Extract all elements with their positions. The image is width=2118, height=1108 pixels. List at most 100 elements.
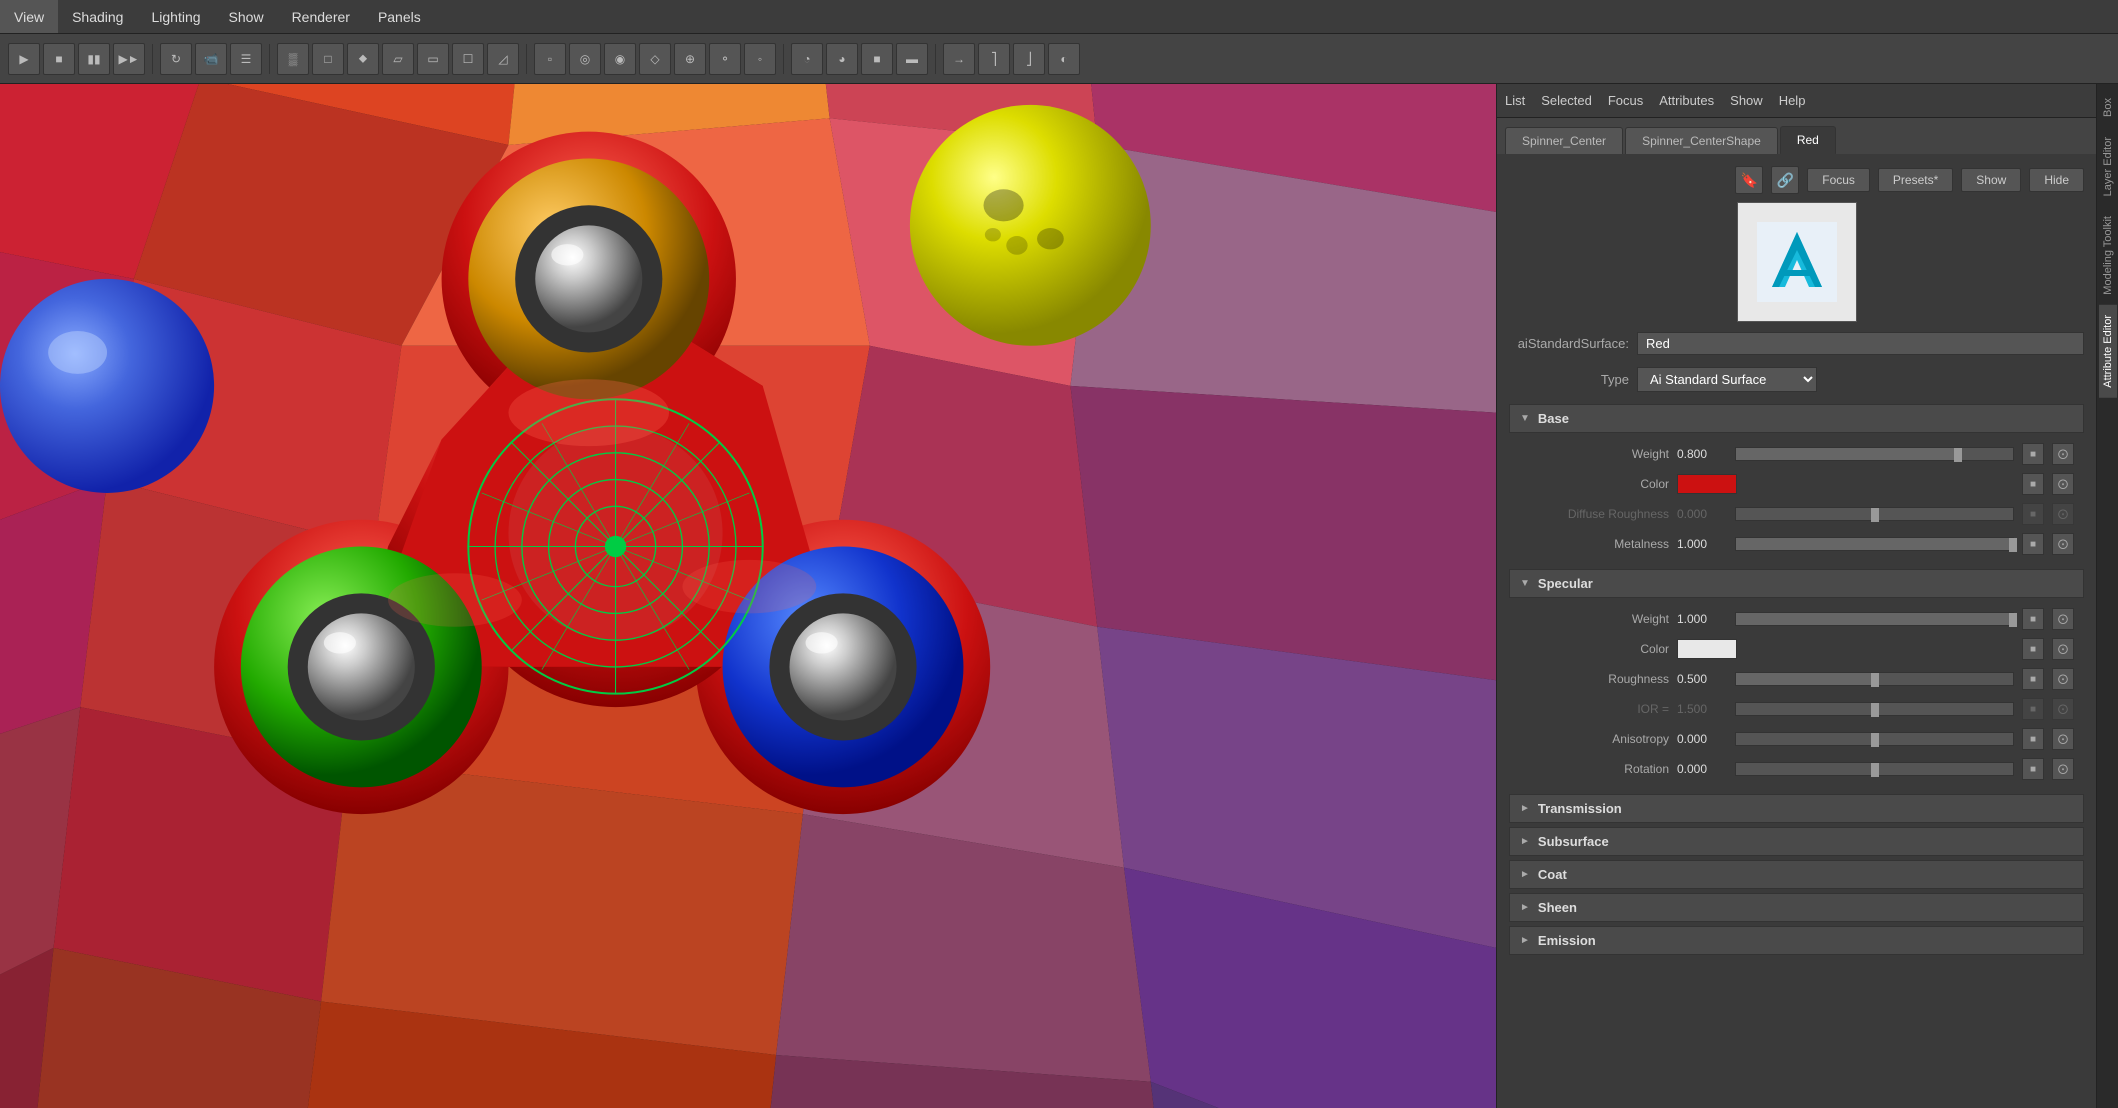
toolbar-btn-18[interactable]: ⊕	[674, 43, 706, 75]
bookmark-icon-btn[interactable]: 🔖	[1735, 166, 1763, 194]
toolbar-btn-select[interactable]: →	[943, 43, 975, 75]
toolbar-btn-10[interactable]: ⬥	[347, 43, 379, 75]
attr-spec-rotation-slider[interactable]	[1735, 762, 2014, 776]
attr-spec-ior-map-btn: ■	[2022, 698, 2044, 720]
section-base-header[interactable]: ▼ Base	[1509, 404, 2084, 433]
menu-show[interactable]: Show	[215, 0, 278, 33]
attr-spec-weight-thumb	[2009, 613, 2017, 627]
attr-spec-rotation-map-btn[interactable]: ■	[2022, 758, 2044, 780]
toolbar-btn-4[interactable]: ▶►	[113, 43, 145, 75]
viewport[interactable]	[0, 84, 1496, 1108]
attr-menu-help[interactable]: Help	[1779, 89, 1806, 112]
hide-button[interactable]: Hide	[2029, 168, 2084, 192]
attr-spec-roughness-extra-btn[interactable]: ⨀	[2052, 668, 2074, 690]
vtab-attribute-editor[interactable]: Attribute Editor	[2099, 305, 2117, 398]
section-transmission-header[interactable]: ► Transmission	[1509, 794, 2084, 823]
toolbar-btn-22[interactable]: ◕	[826, 43, 858, 75]
attr-menu-items: List Selected Focus Attributes Show Help	[1505, 89, 1805, 112]
material-icon	[1737, 202, 1857, 322]
link-icon-btn[interactable]: 🔗	[1771, 166, 1799, 194]
attr-base-metalness-extra-btn[interactable]: ⨀	[2052, 533, 2074, 555]
type-select[interactable]: Ai Standard Surface	[1637, 367, 1817, 392]
toolbar-btn-13[interactable]: ☐	[452, 43, 484, 75]
vtab-box[interactable]: Box	[2099, 88, 2117, 127]
attr-spec-anisotropy-slider[interactable]	[1735, 732, 2014, 746]
attr-spec-weight-extra-btn[interactable]: ⨀	[2052, 608, 2074, 630]
presets-button[interactable]: Presets*	[1878, 168, 1953, 192]
attr-menu-selected[interactable]: Selected	[1541, 89, 1592, 112]
attr-spec-color-map-btn[interactable]: ■	[2022, 638, 2044, 660]
attr-spec-anisotropy-extra-btn[interactable]: ⨀	[2052, 728, 2074, 750]
attr-base-color-map-btn[interactable]: ■	[2022, 473, 2044, 495]
section-emission-title: Emission	[1538, 933, 1596, 948]
toolbar-btn-20[interactable]: ◦	[744, 43, 776, 75]
toolbar-btn-cube[interactable]: ▫	[534, 43, 566, 75]
section-specular-title: Specular	[1538, 576, 1593, 591]
attr-spec-roughness-slider[interactable]	[1735, 672, 2014, 686]
attr-spec-rotation-extra-btn[interactable]: ⨀	[2052, 758, 2074, 780]
section-subsurface-header[interactable]: ► Subsurface	[1509, 827, 2084, 856]
attr-menu-show[interactable]: Show	[1730, 89, 1763, 112]
toolbar-btn-7[interactable]: ☰	[230, 43, 262, 75]
toolbar-btn-1[interactable]: ▶	[8, 43, 40, 75]
toolbar-btn-17[interactable]: ◇	[639, 43, 671, 75]
toolbar-btn-15[interactable]: ◎	[569, 43, 601, 75]
toolbar-btn-25[interactable]: ⎤	[978, 43, 1010, 75]
toolbar-btn-21[interactable]: ◔	[791, 43, 823, 75]
toolbar-btn-5[interactable]: ↻	[160, 43, 192, 75]
vtab-modeling-toolkit[interactable]: Modeling Toolkit	[2099, 206, 2117, 305]
toolbar-btn-3[interactable]: ▮▮	[78, 43, 110, 75]
attr-spec-weight-map-btn[interactable]: ■	[2022, 608, 2044, 630]
show-button[interactable]: Show	[1961, 168, 2021, 192]
attr-base-color-swatch[interactable]	[1677, 474, 1737, 494]
section-coat: ► Coat	[1509, 860, 2084, 889]
toolbar-btn-19[interactable]: ⚬	[709, 43, 741, 75]
section-emission-header[interactable]: ► Emission	[1509, 926, 2084, 955]
attr-base-weight-map-btn[interactable]: ■	[2022, 443, 2044, 465]
toolbar-btn-9[interactable]: □	[312, 43, 344, 75]
type-row: Type Ai Standard Surface	[1509, 367, 2084, 392]
attr-base-weight-slider[interactable]	[1735, 447, 2014, 461]
toolbar-btn-16[interactable]: ◉	[604, 43, 636, 75]
toolbar-btn-27[interactable]: ◐	[1048, 43, 1080, 75]
attr-spec-color-extra-btn[interactable]: ⨀	[2052, 638, 2074, 660]
menu-lighting[interactable]: Lighting	[137, 0, 214, 33]
toolbar-btn-14[interactable]: ◿	[487, 43, 519, 75]
attr-base-metalness-slider[interactable]	[1735, 537, 2014, 551]
toolbar-btn-12[interactable]: ▭	[417, 43, 449, 75]
menu-panels[interactable]: Panels	[364, 0, 435, 33]
attr-spec-ior-label: IOR =	[1519, 702, 1669, 716]
attr-base-color: Color ■ ⨀	[1509, 469, 2084, 499]
attr-spec-roughness-map-btn[interactable]: ■	[2022, 668, 2044, 690]
attr-menu-focus[interactable]: Focus	[1608, 89, 1643, 112]
section-specular-header[interactable]: ▼ Specular	[1509, 569, 2084, 598]
node-tab-2[interactable]: Red	[1780, 126, 1836, 154]
focus-button[interactable]: Focus	[1807, 168, 1870, 192]
toolbar-btn-2[interactable]: ■	[43, 43, 75, 75]
material-name-row: aiStandardSurface:	[1509, 332, 2084, 355]
attr-spec-color-swatch[interactable]	[1677, 639, 1737, 659]
attr-base-color-extra-btn[interactable]: ⨀	[2052, 473, 2074, 495]
attr-menu-list[interactable]: List	[1505, 89, 1525, 112]
vtab-layer-editor[interactable]: Layer Editor	[2099, 127, 2117, 206]
attr-base-metalness-map-btn[interactable]: ■	[2022, 533, 2044, 555]
attr-menu-attributes[interactable]: Attributes	[1659, 89, 1714, 112]
menu-renderer[interactable]: Renderer	[278, 0, 364, 33]
section-coat-header[interactable]: ► Coat	[1509, 860, 2084, 889]
attr-spec-anisotropy-map-btn[interactable]: ■	[2022, 728, 2044, 750]
toolbar-btn-8[interactable]: ▒	[277, 43, 309, 75]
attr-spec-weight-slider[interactable]	[1735, 612, 2014, 626]
menu-view[interactable]: View	[0, 0, 58, 33]
menu-shading[interactable]: Shading	[58, 0, 137, 33]
node-tab-1[interactable]: Spinner_CenterShape	[1625, 127, 1778, 154]
attr-base-weight-extra-btn[interactable]: ⨀	[2052, 443, 2074, 465]
toolbar-btn-24[interactable]: ▬	[896, 43, 928, 75]
section-sheen-header[interactable]: ► Sheen	[1509, 893, 2084, 922]
material-name-input[interactable]	[1637, 332, 2084, 355]
toolbar-btn-23[interactable]: ■	[861, 43, 893, 75]
toolbar-btn-26[interactable]: ⎦	[1013, 43, 1045, 75]
toolbar-btn-11[interactable]: ▱	[382, 43, 414, 75]
node-tab-0[interactable]: Spinner_Center	[1505, 127, 1623, 154]
attr-base-diffrough-map-btn: ■	[2022, 503, 2044, 525]
toolbar-btn-6[interactable]: 📹	[195, 43, 227, 75]
